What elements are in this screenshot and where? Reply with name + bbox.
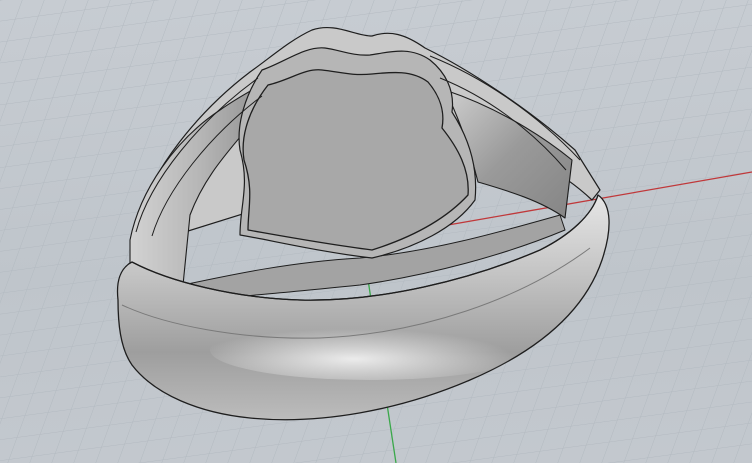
- viewport-canvas[interactable]: [0, 0, 752, 463]
- band-specular-highlight: [210, 320, 530, 380]
- signet-face[interactable]: [242, 69, 469, 251]
- modeling-viewport[interactable]: [0, 0, 752, 463]
